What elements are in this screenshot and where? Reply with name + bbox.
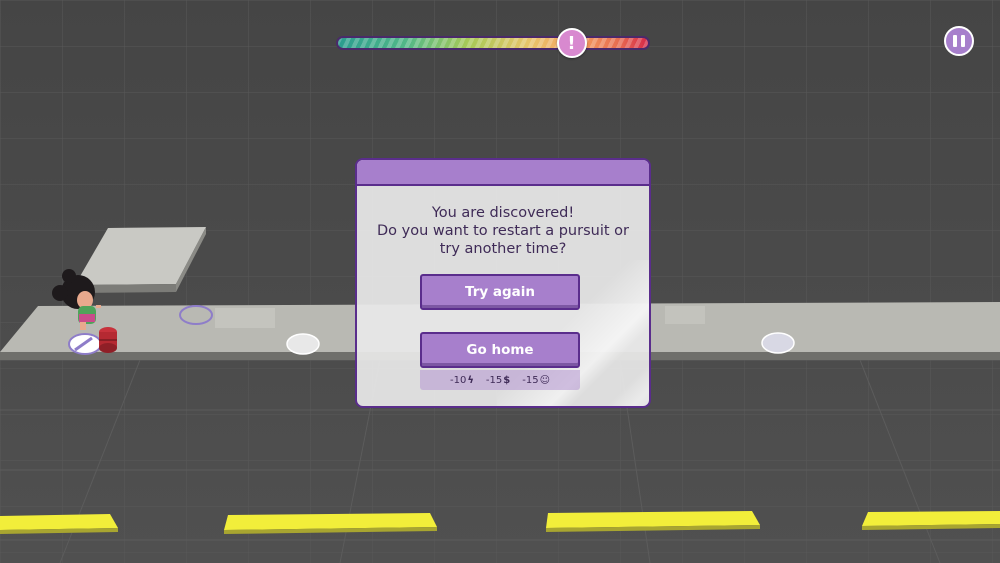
lightning-icon: ϟ <box>467 374 474 386</box>
dialog-message: You are discovered! Do you want to resta… <box>357 204 649 258</box>
pause-icon <box>953 35 957 47</box>
cost-money: -15 $ <box>485 374 511 386</box>
try-again-button[interactable]: Try again <box>420 274 580 310</box>
pause-button[interactable] <box>944 26 974 56</box>
dialog-header <box>357 160 649 186</box>
go-home-button[interactable]: Go home <box>420 332 580 368</box>
waypoint-marker-active <box>68 333 102 355</box>
dollar-icon: $ <box>503 374 511 386</box>
discovered-dialog: You are discovered! Do you want to resta… <box>355 158 651 408</box>
exclamation-icon: ! <box>556 28 587 58</box>
dialog-message-line: try another time? <box>439 241 567 257</box>
pause-icon <box>961 35 965 47</box>
go-home-costs: -10 ϟ -15 $ -15 ☺ <box>420 370 580 390</box>
red-barrel <box>99 327 117 353</box>
dialog-message-line: Do you want to restart a pursuit or <box>377 223 629 239</box>
waypoint-marker <box>286 333 320 355</box>
alert-meter <box>336 36 650 50</box>
cost-energy: -10 ϟ <box>449 374 474 386</box>
waypoint-marker <box>761 332 795 354</box>
dialog-message-line: You are discovered! <box>431 205 575 221</box>
cost-mood: -15 ☺ <box>522 374 551 386</box>
smiley-icon: ☺ <box>539 374 551 386</box>
